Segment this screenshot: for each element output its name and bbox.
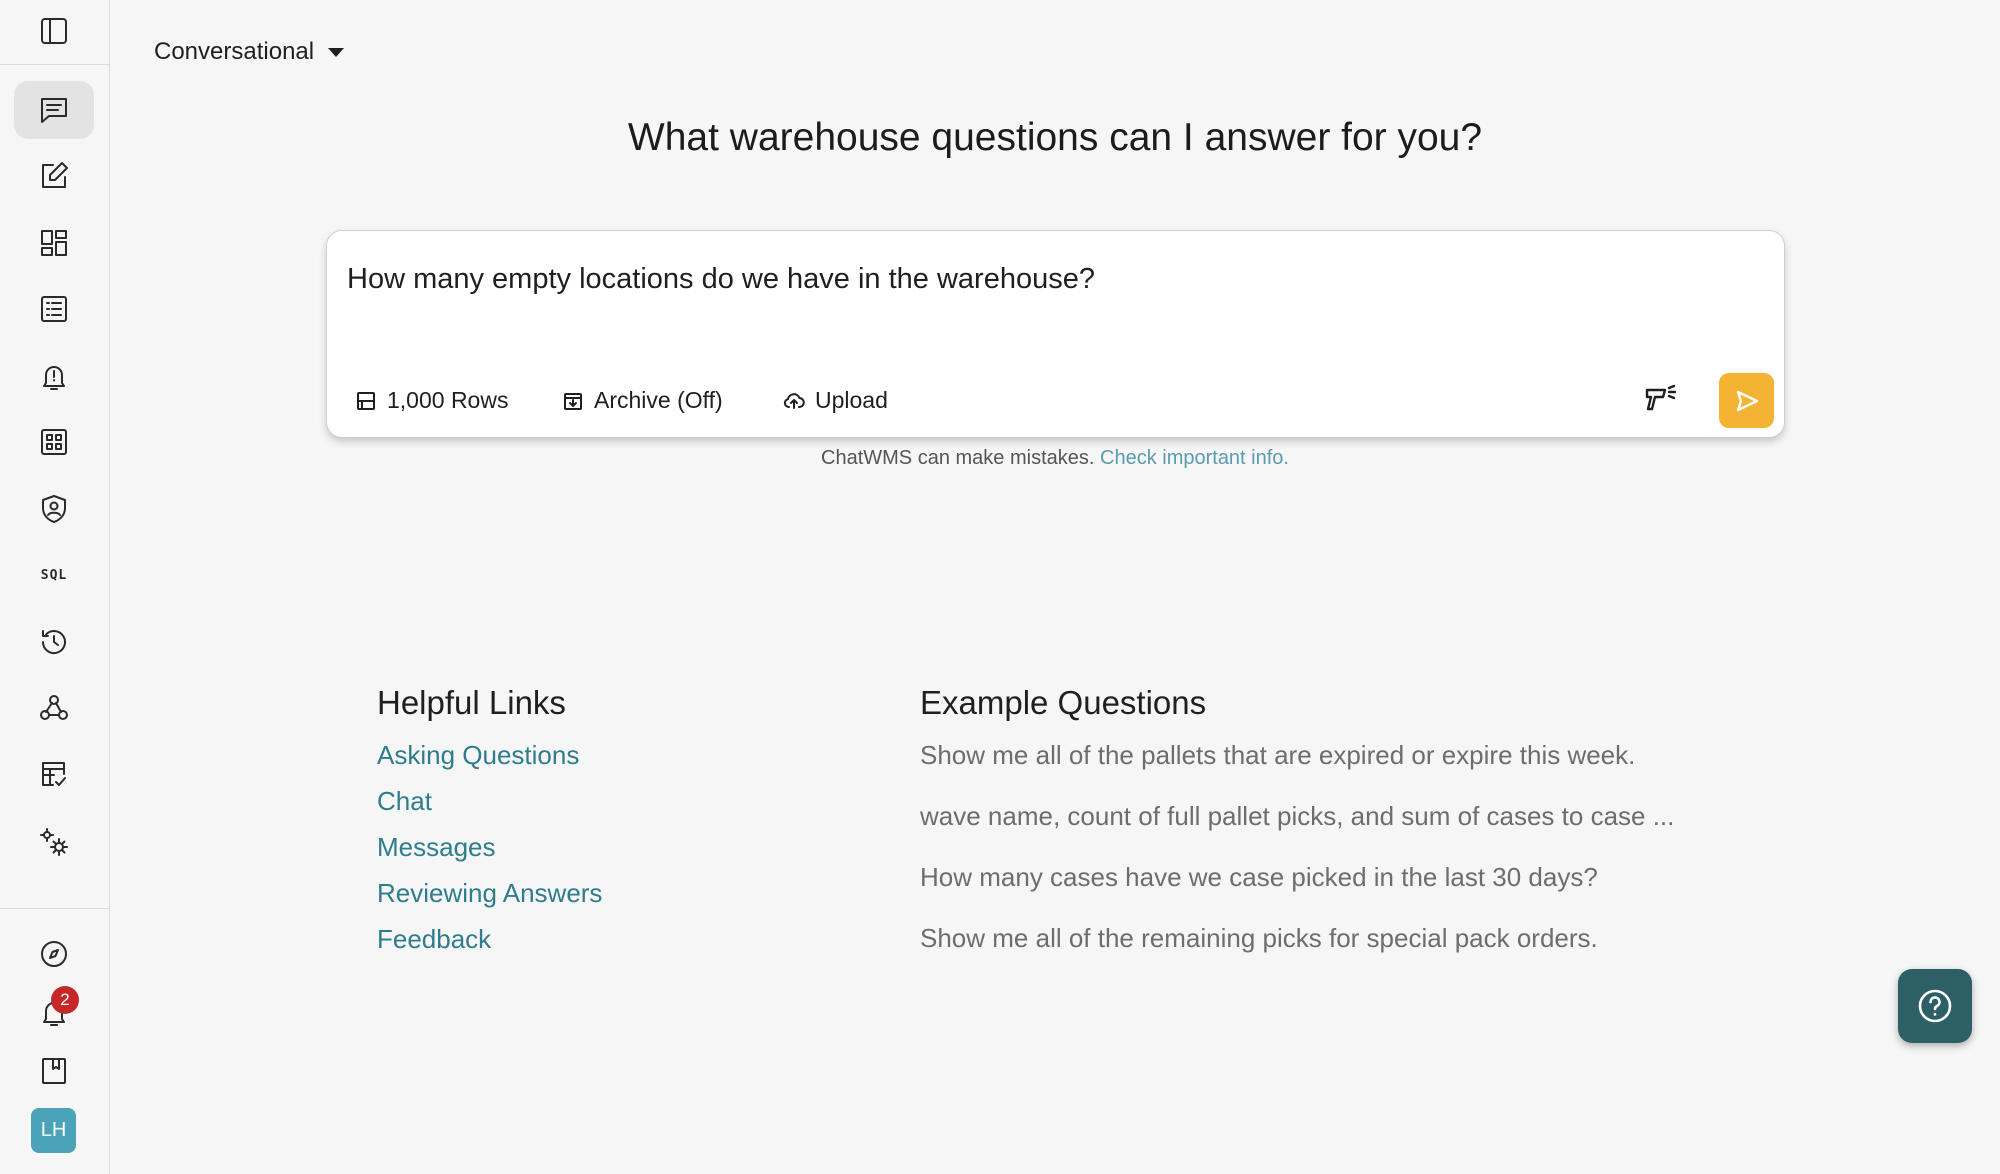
compass-icon <box>41 941 67 967</box>
scanner-button[interactable] <box>1643 383 1677 417</box>
important-info-link[interactable]: Check important info. <box>1100 447 1289 469</box>
send-icon <box>1736 390 1758 411</box>
helpful-links-title: Helpful Links <box>377 684 566 721</box>
link-feedback[interactable]: Feedback <box>377 924 491 955</box>
sidebar-divider-top <box>0 64 109 65</box>
link-chat[interactable]: Chat <box>377 786 432 817</box>
shield-user-icon <box>42 495 66 523</box>
archive-icon <box>564 392 582 410</box>
sidebar-item-chat[interactable] <box>14 81 94 139</box>
page-title: What warehouse questions can I answer fo… <box>627 116 1483 159</box>
panel-toggle-button[interactable] <box>14 2 94 60</box>
barcode-scanner-icon <box>1645 384 1677 411</box>
book-icon <box>42 1058 66 1084</box>
chat-icon <box>41 98 67 123</box>
alert-bell-icon <box>43 366 65 390</box>
sidebar-item-security[interactable] <box>14 480 94 538</box>
link-messages[interactable]: Messages <box>377 832 496 863</box>
grid-icon <box>41 429 67 455</box>
sidebar-item-edit[interactable] <box>14 147 94 205</box>
example-question[interactable]: Show me all of the remaining picks for s… <box>920 923 1598 954</box>
example-questions-title: Example Questions <box>920 684 1207 721</box>
sidebar-divider-bottom <box>0 908 109 909</box>
dashboard-icon <box>41 230 67 256</box>
upload-label: Upload <box>815 387 888 413</box>
link-reviewing-answers[interactable]: Reviewing Answers <box>377 878 602 909</box>
example-question[interactable]: How many cases have we case picked in th… <box>920 862 1598 893</box>
help-button[interactable] <box>1898 969 1972 1043</box>
list-icon <box>41 296 67 322</box>
sidebar: SQL 2 LH <box>0 0 110 1174</box>
example-question[interactable]: Show me all of the pallets that are expi… <box>920 740 1635 771</box>
rows-icon <box>357 391 375 410</box>
query-input[interactable]: How many empty locations do we have in t… <box>347 263 1727 296</box>
sidebar-item-docs[interactable] <box>14 1042 94 1100</box>
sidebar-item-alerts[interactable] <box>14 347 94 405</box>
edit-icon <box>42 162 68 188</box>
query-card: How many empty locations do we have in t… <box>326 230 1785 438</box>
table-check-icon <box>42 762 66 786</box>
sidebar-item-settings[interactable] <box>14 813 94 871</box>
archive-toggle-button[interactable]: Archive (Off) <box>562 387 723 414</box>
send-button[interactable] <box>1719 373 1774 428</box>
sidebar-item-apps[interactable] <box>14 413 94 471</box>
disclaimer: ChatWMS can make mistakes. Check importa… <box>110 447 2000 470</box>
rows-limit-label: 1,000 Rows <box>387 387 509 413</box>
notification-badge: 2 <box>51 986 79 1014</box>
sidebar-item-reports[interactable] <box>14 280 94 338</box>
settings-gears-icon <box>40 828 68 856</box>
mode-selector[interactable]: Conversational <box>154 38 345 66</box>
archive-toggle-label: Archive (Off) <box>594 387 723 413</box>
panel-toggle-icon <box>41 18 67 44</box>
upload-button[interactable]: Upload <box>783 387 888 414</box>
link-asking-questions[interactable]: Asking Questions <box>377 740 579 771</box>
sidebar-item-dashboards[interactable] <box>14 214 94 272</box>
rows-limit-button[interactable]: 1,000 Rows <box>355 387 508 414</box>
sidebar-item-webhooks[interactable] <box>14 679 94 737</box>
example-question[interactable]: wave name, count of full pallet picks, a… <box>920 801 1674 832</box>
sidebar-item-history[interactable] <box>14 613 94 671</box>
sql-icon: SQL <box>40 567 68 583</box>
sidebar-item-tables[interactable] <box>14 746 94 804</box>
caret-down-icon <box>328 47 345 57</box>
cloud-upload-icon <box>783 392 805 409</box>
webhook-icon <box>40 695 68 720</box>
help-question-icon <box>1918 989 1952 1023</box>
disclaimer-text: ChatWMS can make mistakes. <box>821 447 1095 469</box>
history-icon <box>41 630 66 654</box>
sidebar-item-sql[interactable]: SQL <box>14 546 94 604</box>
sidebar-item-explore[interactable] <box>14 925 94 983</box>
avatar[interactable]: LH <box>31 1108 76 1153</box>
mode-label: Conversational <box>154 38 315 65</box>
